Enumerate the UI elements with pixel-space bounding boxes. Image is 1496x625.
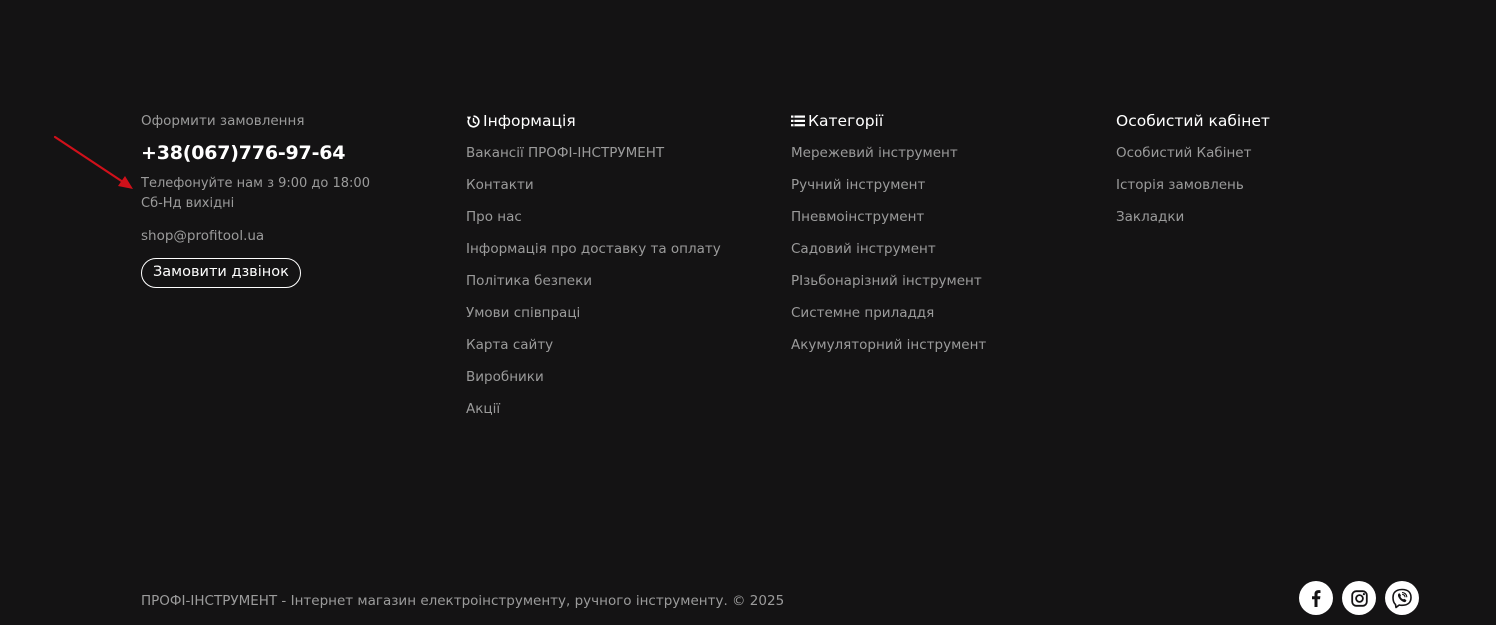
list-item: Особистий Кабінет [1116, 142, 1416, 174]
account-column: Особистий кабінет Особистий Кабінет Істо… [1116, 111, 1416, 238]
list-item: Карта сайту [466, 334, 766, 366]
viber-icon[interactable] [1385, 581, 1419, 615]
info-link-promotions[interactable]: Акції [466, 401, 500, 417]
list-item: Вакансії ПРОФІ-ІНСТРУМЕНТ [466, 142, 766, 174]
category-link-hand[interactable]: Ручний інструмент [791, 177, 925, 193]
order-label: Оформити замовлення [141, 113, 305, 129]
list-item: Умови співпраці [466, 302, 766, 334]
info-link-terms[interactable]: Умови співпраці [466, 305, 580, 321]
categories-heading: Категорії [791, 111, 1091, 131]
info-title: Інформація [483, 112, 576, 130]
category-link-accessories[interactable]: Системне приладдя [791, 305, 934, 321]
contact-column: Оформити замовлення +38(067)776-97-64 Те… [141, 111, 441, 288]
site-footer: Оформити замовлення +38(067)776-97-64 Те… [0, 0, 1496, 625]
account-link-bookmarks[interactable]: Закладки [1116, 209, 1184, 225]
list-item: Контакти [466, 174, 766, 206]
working-hours: Телефонуйте нам з 9:00 до 18:00 Сб-Нд ви… [141, 174, 441, 214]
category-link-pneumatic[interactable]: Пневмоінструмент [791, 209, 924, 225]
categories-column: Категорії Мережевий інструмент Ручний ін… [791, 111, 1091, 366]
hours-weekend: Сб-Нд вихідні [141, 196, 235, 211]
list-item: Ручний інструмент [791, 174, 1091, 206]
red-arrow-annotation [53, 135, 133, 189]
social-links [1299, 581, 1419, 615]
info-link-privacy[interactable]: Політика безпеки [466, 273, 592, 289]
info-link-sitemap[interactable]: Карта сайту [466, 337, 553, 353]
info-link-vacancies[interactable]: Вакансії ПРОФІ-ІНСТРУМЕНТ [466, 145, 664, 161]
category-link-cordless[interactable]: Акумуляторний інструмент [791, 337, 986, 353]
account-link-cabinet[interactable]: Особистий Кабінет [1116, 145, 1251, 161]
category-link-threading[interactable]: PIзьбонарізний інструмент [791, 273, 982, 289]
category-link-corded[interactable]: Мережевий інструмент [791, 145, 958, 161]
info-column: Інформація Вакансії ПРОФІ-ІНСТРУМЕНТ Кон… [466, 111, 766, 430]
category-link-garden[interactable]: Садовий інструмент [791, 241, 936, 257]
list-icon [791, 114, 805, 128]
hours-weekdays: Телефонуйте нам з 9:00 до 18:00 [141, 176, 370, 191]
account-title: Особистий кабінет [1116, 112, 1270, 130]
list-item: Інформація про доставку та оплату [466, 238, 766, 270]
list-item: Виробники [466, 366, 766, 398]
phone-link[interactable]: +38(067)776-97-64 [141, 142, 346, 164]
list-item: PIзьбонарізний інструмент [791, 270, 1091, 302]
account-link-orders[interactable]: Історія замовлень [1116, 177, 1244, 193]
categories-links: Мережевий інструмент Ручний інструмент П… [791, 142, 1091, 366]
list-item: Садовий інструмент [791, 238, 1091, 270]
info-links: Вакансії ПРОФІ-ІНСТРУМЕНТ Контакти Про н… [466, 142, 766, 430]
request-call-button[interactable]: Замовити дзвінок [141, 258, 301, 288]
info-heading: Інформація [466, 111, 766, 131]
facebook-icon[interactable] [1299, 581, 1333, 615]
info-link-about[interactable]: Про нас [466, 209, 522, 225]
list-item: Мережевий інструмент [791, 142, 1091, 174]
info-link-contacts[interactable]: Контакти [466, 177, 534, 193]
list-item: Про нас [466, 206, 766, 238]
list-item: Акції [466, 398, 766, 430]
account-links: Особистий Кабінет Історія замовлень Закл… [1116, 142, 1416, 238]
info-link-manufacturers[interactable]: Виробники [466, 369, 544, 385]
list-item: Історія замовлень [1116, 174, 1416, 206]
history-icon [466, 114, 480, 128]
list-item: Системне приладдя [791, 302, 1091, 334]
list-item: Пневмоінструмент [791, 206, 1091, 238]
list-item: Політика безпеки [466, 270, 766, 302]
email-link[interactable]: shop@profitool.ua [141, 226, 264, 246]
categories-title: Категорії [808, 112, 884, 130]
list-item: Акумуляторний інструмент [791, 334, 1091, 366]
instagram-icon[interactable] [1342, 581, 1376, 615]
list-item: Закладки [1116, 206, 1416, 238]
account-heading: Особистий кабінет [1116, 111, 1416, 131]
copyright-text: ПРОФІ-ІНСТРУМЕНТ - Інтернет магазин елек… [141, 593, 785, 609]
info-link-delivery[interactable]: Інформація про доставку та оплату [466, 241, 721, 257]
